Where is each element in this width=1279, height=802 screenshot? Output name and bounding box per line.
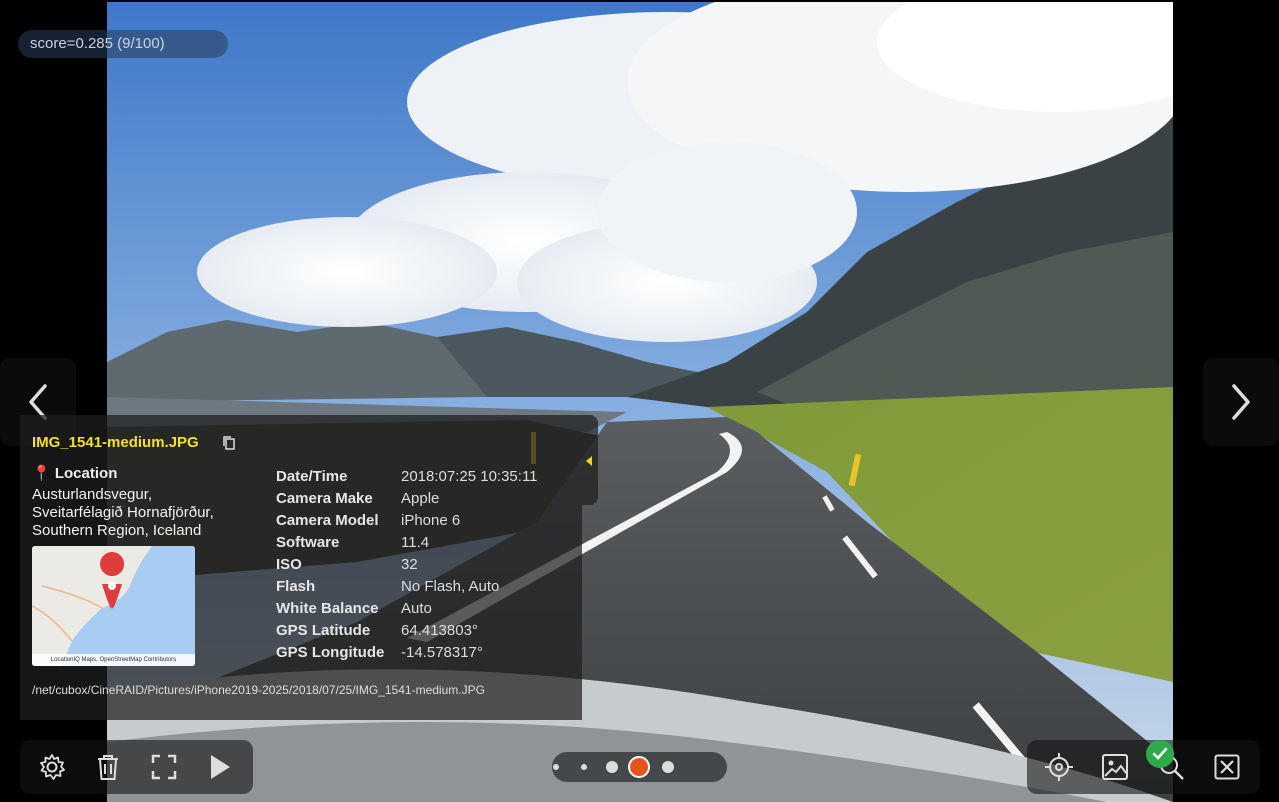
exif-value: Apple	[401, 489, 440, 507]
active-dot-fill	[628, 756, 650, 778]
image-button[interactable]	[1099, 751, 1131, 783]
exif-value: No Flash, Auto	[401, 577, 500, 595]
image-icon	[1102, 754, 1128, 780]
settings-button[interactable]	[36, 751, 68, 783]
exif-key: Date/Time	[276, 467, 348, 485]
play-icon	[211, 755, 230, 779]
exif-value: 32	[401, 555, 418, 573]
info-panel: IMG_1541-medium.JPG 📍 Location Austurlan…	[20, 415, 582, 720]
toolbar-left	[20, 740, 253, 794]
exif-row: Camera Make Apple	[276, 487, 538, 509]
exif-row: Camera Model iPhone 6	[276, 509, 538, 531]
exif-key: ISO	[276, 555, 302, 573]
next-button[interactable]	[1203, 358, 1279, 446]
score-label: score=0.285 (9/100)	[18, 30, 228, 58]
exif-key: Camera Make	[276, 489, 373, 507]
exif-value: Auto	[401, 599, 432, 617]
address-line: Southern Region, Iceland	[32, 522, 202, 539]
file-name: IMG_1541-medium.JPG	[32, 434, 199, 451]
exif-key: Flash	[276, 577, 316, 595]
exif-value: 11.4	[401, 533, 430, 551]
exif-key: GPS Longitude	[276, 643, 385, 661]
toolbar-right	[1027, 740, 1260, 794]
crosshair-icon	[1045, 753, 1073, 781]
location-map[interactable]: LocationIQ Maps, OpenStreetMap Contribut…	[32, 546, 195, 666]
close-button[interactable]	[1211, 751, 1243, 783]
page-indicator	[552, 752, 727, 782]
exif-value: 2018:07:25 10:35:11	[401, 467, 538, 485]
address-line: Sveitarfélagið Hornafjörður,	[32, 504, 214, 521]
exif-key: Software	[276, 533, 340, 551]
fullscreen-button[interactable]	[148, 751, 180, 783]
page-dot[interactable]	[606, 761, 618, 773]
info-panel-toggle[interactable]	[582, 415, 598, 505]
collapse-arrow-icon	[586, 456, 592, 466]
exif-table: Date/Time 2018:07:25 10:35:11 Camera Make A…	[276, 465, 538, 663]
page-dot[interactable]	[662, 761, 674, 773]
close-box-icon	[1214, 754, 1240, 780]
location-address: Austurlandsvegur, Sveitarfélagið Hornafj…	[32, 486, 257, 540]
location-title: 📍 Location	[32, 464, 117, 482]
exif-row: Software 11.4	[276, 531, 538, 553]
locate-button[interactable]	[1043, 751, 1075, 783]
page-dot[interactable]	[553, 764, 559, 770]
gear-icon	[40, 754, 65, 780]
exif-key: Camera Model	[276, 511, 379, 529]
exif-row: Flash No Flash, Auto	[276, 575, 538, 597]
map-attribution: LocationIQ Maps, OpenStreetMap Contribut…	[32, 654, 195, 666]
exif-value: 64.413803°	[401, 621, 478, 639]
page-dot-active[interactable]	[628, 756, 650, 778]
exif-key: White Balance	[276, 599, 379, 617]
exif-row: ISO 32	[276, 553, 538, 575]
exif-row: White Balance Auto	[276, 597, 538, 619]
exif-row: GPS Latitude 64.413803°	[276, 619, 538, 641]
location-pin-icon: 📍	[32, 465, 51, 482]
address-line: Austurlandsvegur,	[32, 486, 153, 503]
exif-key: GPS Latitude	[276, 621, 371, 639]
delete-button[interactable]	[92, 751, 124, 783]
exif-row: GPS Longitude -14.578317°	[276, 641, 538, 663]
exif-value: iPhone 6	[401, 511, 461, 529]
page-dot[interactable]	[581, 764, 587, 770]
trash-icon	[98, 755, 118, 780]
exif-row: Date/Time 2018:07:25 10:35:11	[276, 465, 538, 487]
fullscreen-icon	[151, 754, 177, 780]
slideshow-viewer: score=0.285 (9/100) IMG_1541-medium.JPG …	[0, 0, 1279, 802]
check-badge-icon	[1146, 740, 1174, 768]
chevron-right-icon	[1232, 384, 1250, 420]
exif-value: -14.578317°	[401, 643, 483, 661]
location-title-text: Location	[54, 465, 118, 482]
file-path: /net/cubox/CineRAID/Pictures/iPhone2019-…	[32, 683, 485, 697]
play-button[interactable]	[204, 751, 236, 783]
copy-icon[interactable]	[222, 435, 236, 456]
